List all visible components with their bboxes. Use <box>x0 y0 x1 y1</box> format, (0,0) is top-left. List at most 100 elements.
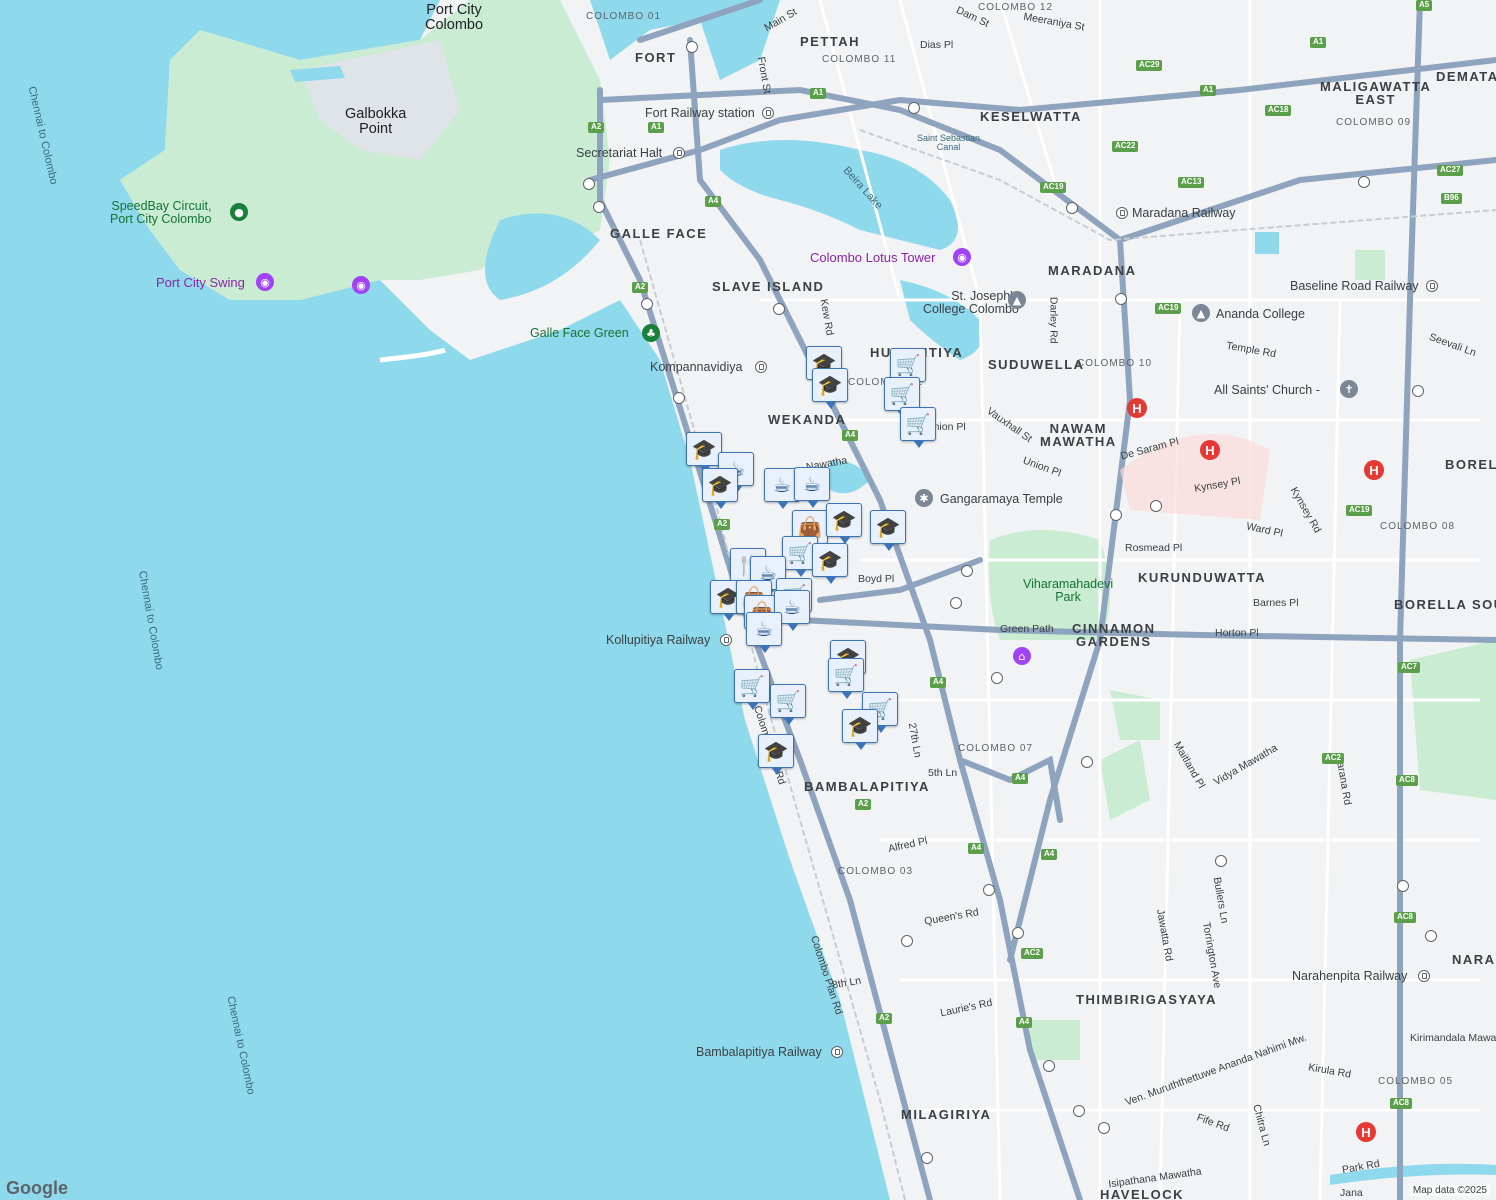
church-pin-icon[interactable]: ✝ <box>1340 380 1358 398</box>
bus-stop-icon[interactable] <box>991 672 1003 684</box>
route-shield: A4 <box>930 677 947 688</box>
bambalapitiya-railway-label[interactable]: Bambalapitiya Railway <box>696 1046 822 1059</box>
school-marker-icon[interactable]: 🎓 <box>870 510 906 551</box>
secretariat-halt-label[interactable]: Secretariat Halt <box>576 147 662 160</box>
bus-stop-icon[interactable] <box>1397 880 1409 892</box>
route-shield: A4 <box>1041 849 1058 860</box>
bus-stop-icon[interactable] <box>1098 1122 1110 1134</box>
map-canvas[interactable]: Port City Colombo Galbokka Point SpeedBa… <box>0 0 1496 1200</box>
route-shield: AC19 <box>1346 505 1373 516</box>
rail-station-icon[interactable] <box>755 361 767 373</box>
port-city-swing-label[interactable]: Port City Swing <box>156 276 245 289</box>
bus-stop-icon[interactable] <box>908 102 920 114</box>
school-marker-icon[interactable]: 🎓 <box>686 432 722 473</box>
shopping-cart-icon[interactable]: 🛒 <box>828 658 864 699</box>
bus-stop-icon[interactable] <box>950 597 962 609</box>
bus-stop-icon[interactable] <box>901 935 913 947</box>
bus-stop-icon[interactable] <box>1358 176 1370 188</box>
area-label: SUDUWELLA <box>988 357 1085 372</box>
area-label: BAMBALAPITIYA <box>804 779 930 794</box>
speedbay-circuit-label[interactable]: SpeedBay Circuit, Port City Colombo <box>110 200 211 225</box>
rail-station-icon[interactable] <box>831 1046 843 1058</box>
baseline-railway-label[interactable]: Baseline Road Railway <box>1290 280 1419 293</box>
shopping-cart-icon[interactable]: 🛒 <box>770 684 806 725</box>
lotus-tower-pin-icon[interactable]: ◉ <box>953 248 971 266</box>
school-pin-icon[interactable]: ▲ <box>1008 291 1026 309</box>
bus-stop-icon[interactable] <box>686 41 698 53</box>
tree-pin-icon[interactable]: ♣ <box>642 324 660 342</box>
school-marker-icon[interactable]: 🎓 <box>758 734 794 775</box>
rail-station-icon[interactable] <box>720 634 732 646</box>
school-marker-icon[interactable]: 🎓 <box>812 543 848 584</box>
hospital-icon[interactable]: H <box>1356 1122 1376 1142</box>
kompannavidiya-label[interactable]: Kompannavidiya <box>650 361 742 374</box>
area-label: MALIGAWATTA EAST <box>1320 79 1432 107</box>
school-marker-icon[interactable]: 🎓 <box>812 368 848 409</box>
viharamahadevi-label[interactable]: Viharamahadevi Park <box>1023 578 1113 603</box>
school-marker-icon[interactable]: 🎓 <box>842 709 878 750</box>
rail-station-icon[interactable] <box>762 107 774 119</box>
route-shield: B96 <box>1441 193 1462 204</box>
ananda-college-label[interactable]: Ananda College <box>1216 308 1305 321</box>
bus-stop-icon[interactable] <box>1012 927 1024 939</box>
bus-stop-icon[interactable] <box>641 298 653 310</box>
lotus-tower-label[interactable]: Colombo Lotus Tower <box>810 251 936 264</box>
bus-stop-icon[interactable] <box>593 201 605 213</box>
bus-stop-icon[interactable] <box>1150 500 1162 512</box>
school-marker-icon[interactable]: 🎓 <box>826 503 862 544</box>
bus-stop-icon[interactable] <box>673 392 685 404</box>
bus-stop-icon[interactable] <box>1110 509 1122 521</box>
hospital-icon[interactable]: H <box>1364 460 1384 480</box>
shopping-cart-icon[interactable]: 🛒 <box>884 377 920 418</box>
rail-station-icon[interactable] <box>1116 207 1128 219</box>
fort-railway-label[interactable]: Fort Railway station <box>645 107 755 120</box>
bus-stop-icon[interactable] <box>1043 1060 1055 1072</box>
all-saints-label[interactable]: All Saints' Church - <box>1214 384 1320 397</box>
narahenpita-railway-label[interactable]: Narahenpita Railway <box>1292 970 1407 983</box>
bus-stop-icon[interactable] <box>1215 855 1227 867</box>
kollupitiya-railway-label[interactable]: Kollupitiya Railway <box>606 634 710 647</box>
cafe-marker-icon[interactable]: ☕ <box>794 467 830 508</box>
bus-stop-icon[interactable] <box>983 884 995 896</box>
st-josephs-label[interactable]: St. Joseph's College Colombo <box>923 290 1019 315</box>
bus-stop-icon[interactable] <box>961 565 973 577</box>
route-shield: A2 <box>588 122 605 133</box>
rail-station-icon[interactable] <box>673 147 685 159</box>
rail-station-icon[interactable] <box>1418 970 1430 982</box>
bus-stop-icon[interactable] <box>1066 202 1078 214</box>
street-label: Barnes Pl <box>1253 597 1299 609</box>
bus-stop-icon[interactable] <box>1115 293 1127 305</box>
cafe-marker-icon[interactable]: ☕ <box>746 612 782 653</box>
gangaramaya-label[interactable]: Gangaramaya Temple <box>940 493 1063 506</box>
bus-stop-icon[interactable] <box>921 1152 933 1164</box>
museum-pin-icon[interactable]: ⌂ <box>1013 647 1031 665</box>
district-label: COLOMBO 09 <box>1336 117 1412 128</box>
bus-stop-icon[interactable] <box>773 303 785 315</box>
school-marker-icon[interactable]: 🎓 <box>702 468 738 509</box>
district-label: COLOMBO 12 <box>978 2 1054 13</box>
district-label: COLOMBO 05 <box>1378 1076 1454 1087</box>
area-label: CINNAMON GARDENS <box>1072 621 1156 649</box>
route-shield: A4 <box>842 430 859 441</box>
camera-pin-icon-2[interactable]: ◉ <box>352 276 370 294</box>
shopping-cart-icon[interactable]: 🛒 <box>734 669 770 710</box>
maradana-railway-label[interactable]: Maradana Railway <box>1132 207 1236 220</box>
bus-stop-icon[interactable] <box>1081 756 1093 768</box>
bus-stop-icon[interactable] <box>1412 385 1424 397</box>
route-shield: A2 <box>876 1013 893 1024</box>
map-attribution[interactable]: Map data ©2025 <box>1409 1185 1490 1196</box>
shopping-cart-icon[interactable]: 🛒 <box>900 407 936 448</box>
saint-sebastian-canal-label: Saint Sebastian Canal <box>917 133 981 152</box>
bus-stop-icon[interactable] <box>583 178 595 190</box>
galle-face-green-label[interactable]: Galle Face Green <box>530 327 629 340</box>
kirimandala-label: Kirimandala Mawatha <box>1410 1032 1496 1044</box>
school-pin-icon-2[interactable]: ▲ <box>1192 304 1210 322</box>
rail-station-icon[interactable] <box>1426 280 1438 292</box>
bus-stop-icon[interactable] <box>1073 1105 1085 1117</box>
hospital-icon[interactable]: H <box>1127 398 1147 418</box>
camera-pin-icon[interactable]: ◉ <box>256 273 274 291</box>
hospital-icon[interactable]: H <box>1200 440 1220 460</box>
temple-pin-icon[interactable]: ✱ <box>915 489 933 507</box>
speedbay-pin-icon[interactable]: ● <box>230 203 248 221</box>
bus-stop-icon[interactable] <box>1425 930 1437 942</box>
